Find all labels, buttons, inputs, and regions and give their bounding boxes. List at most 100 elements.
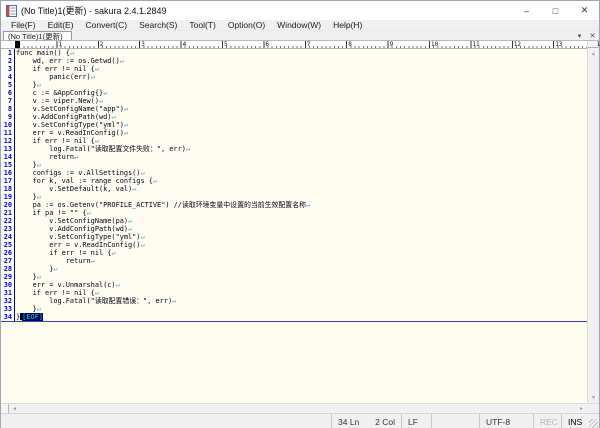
line-number[interactable]: 23	[1, 225, 15, 233]
scroll-left-icon[interactable]: ◄	[9, 404, 20, 413]
code-line[interactable]: 13 log.Fatal("读取配置文件失败：", err)↵	[1, 145, 587, 153]
line-number[interactable]: 30	[1, 281, 15, 289]
code-line[interactable]: 27 return↵	[1, 257, 587, 265]
code-line[interactable]: 29 }↵	[1, 273, 587, 281]
line-number[interactable]: 26	[1, 249, 15, 257]
line-number[interactable]: 5	[1, 81, 15, 89]
code-line[interactable]: 2 wd, err := os.Getwd()↵	[1, 57, 587, 65]
line-number[interactable]: 28	[1, 265, 15, 273]
code-line[interactable]: 19 }↵	[1, 193, 587, 201]
code-line[interactable]: 14 return↵	[1, 153, 587, 161]
tab-list-dropdown-icon[interactable]: ▾	[573, 31, 586, 40]
horizontal-scrollbar[interactable]: ◄ ►	[1, 403, 599, 413]
code-line[interactable]: 6 c := &AppConfig{}↵	[1, 89, 587, 97]
document-tab[interactable]: (No Title)1(更新)	[3, 31, 72, 40]
split-handle-horizontal[interactable]	[1, 404, 9, 413]
code-line[interactable]: 8 v.SetConfigName("app")↵	[1, 105, 587, 113]
scroll-up-icon[interactable]: ▲	[588, 48, 599, 59]
code-line[interactable]: 24 v.SetConfigType("yml")↵	[1, 233, 587, 241]
scroll-down-icon[interactable]: ▼	[588, 392, 599, 403]
vertical-scrollbar[interactable]: ▲ ▼	[587, 41, 599, 403]
line-number[interactable]: 4	[1, 73, 15, 81]
code-line[interactable]: 17 for k, val := range configs {↵	[1, 177, 587, 185]
code-line[interactable]: 21 if pa != "" {↵	[1, 209, 587, 217]
code-line[interactable]: 22 v.SetConfigName(pa)↵	[1, 217, 587, 225]
line-number[interactable]: 33	[1, 305, 15, 313]
line-number[interactable]: 20	[1, 201, 15, 209]
ruler-number: 6	[265, 41, 269, 48]
code-line[interactable]: 25 err = v.ReadInConfig()↵	[1, 241, 587, 249]
code-line[interactable]: 18 v.SetDefault(k, val)↵	[1, 185, 587, 193]
newline-mark: ↵	[103, 89, 107, 97]
line-number[interactable]: 17	[1, 177, 15, 185]
code-line[interactable]: 12 if err != nil {↵	[1, 137, 587, 145]
code-line[interactable]: 11 err = v.ReadInConfig()↵	[1, 129, 587, 137]
newline-mark: ↵	[37, 161, 41, 169]
tab-close-icon[interactable]: ✕	[586, 31, 599, 40]
code-line[interactable]: 10 v.SetConfigType("yml")↵	[1, 121, 587, 129]
code-line[interactable]: 30 err = v.Unmarshal(c)↵	[1, 281, 587, 289]
menu-item-option[interactable]: Option(O)	[222, 20, 271, 30]
code-line[interactable]: 23 v.AddConfigPath(wd)↵	[1, 225, 587, 233]
resize-grip[interactable]	[587, 414, 599, 428]
menu-item-tool[interactable]: Tool(T)	[183, 20, 221, 30]
code-line[interactable]: 31 if err != nil {↵	[1, 289, 587, 297]
line-number[interactable]: 9	[1, 113, 15, 121]
code-line[interactable]: 33 }↵	[1, 305, 587, 313]
code-line[interactable]: 7 v := viper.New()↵	[1, 97, 587, 105]
text-editor-area[interactable]: 1func main() {↵2 wd, err := os.Getwd()↵3…	[1, 49, 587, 403]
line-number[interactable]: 29	[1, 273, 15, 281]
code-line[interactable]: 34}[EOF]	[1, 313, 587, 321]
code-line[interactable]: 32 log.Fatal("读取配置错误：", err)↵	[1, 297, 587, 305]
horizontal-scroll-track[interactable]	[20, 404, 576, 413]
insert-mode-indicator[interactable]: INS	[561, 414, 587, 428]
line-number[interactable]: 27	[1, 257, 15, 265]
line-number[interactable]: 18	[1, 185, 15, 193]
code-line[interactable]: 5 }↵	[1, 81, 587, 89]
vertical-scroll-track[interactable]	[588, 59, 599, 392]
menu-item-search[interactable]: Search(S)	[133, 20, 183, 30]
line-number[interactable]: 21	[1, 209, 15, 217]
scroll-right-icon[interactable]: ►	[576, 404, 587, 413]
line-number[interactable]: 22	[1, 217, 15, 225]
line-number[interactable]: 6	[1, 89, 15, 97]
code-line[interactable]: 15 }↵	[1, 161, 587, 169]
maximize-button[interactable]: □	[541, 1, 570, 20]
line-number[interactable]: 15	[1, 161, 15, 169]
line-number[interactable]: 8	[1, 105, 15, 113]
line-number[interactable]: 25	[1, 241, 15, 249]
code-line[interactable]: 20 pa := os.Getenv("PROFILE_ACTIVE") //读…	[1, 201, 587, 209]
minimize-button[interactable]: –	[512, 1, 541, 20]
line-number[interactable]: 19	[1, 193, 15, 201]
line-number[interactable]: 31	[1, 289, 15, 297]
code-line[interactable]: 28 }↵	[1, 265, 587, 273]
line-number[interactable]: 14	[1, 153, 15, 161]
code-text: return↵	[15, 257, 95, 265]
line-number[interactable]: 24	[1, 233, 15, 241]
menu-item-convert[interactable]: Convert(C)	[80, 20, 134, 30]
line-number[interactable]: 2	[1, 57, 15, 65]
line-number[interactable]: 11	[1, 129, 15, 137]
code-text: v.AddConfigPath(wd)↵	[15, 225, 132, 233]
line-number[interactable]: 12	[1, 137, 15, 145]
menu-item-window[interactable]: Window(W)	[271, 20, 327, 30]
close-button[interactable]: ✕	[570, 1, 599, 20]
line-number[interactable]: 13	[1, 145, 15, 153]
line-number[interactable]: 16	[1, 169, 15, 177]
line-number[interactable]: 7	[1, 97, 15, 105]
line-number[interactable]: 34	[1, 313, 15, 321]
menu-item-file[interactable]: File(F)	[5, 20, 42, 30]
line-number[interactable]: 32	[1, 297, 15, 305]
menu-item-help[interactable]: Help(H)	[327, 20, 368, 30]
code-line[interactable]: 9 v.AddConfigPath(wd)↵	[1, 113, 587, 121]
menu-item-edit[interactable]: Edit(E)	[42, 20, 80, 30]
code-line[interactable]: 16 configs := v.AllSettings()↵	[1, 169, 587, 177]
line-number[interactable]: 10	[1, 121, 15, 129]
code-line[interactable]: 4 panic(err)↵	[1, 73, 587, 81]
line-number[interactable]: 3	[1, 65, 15, 73]
code-line[interactable]: 1func main() {↵	[1, 49, 587, 57]
code-line[interactable]: 3 if err != nil {↵	[1, 65, 587, 73]
code-line[interactable]: 26 if err != nil {↵	[1, 249, 587, 257]
line-number[interactable]: 1	[1, 49, 15, 57]
ruler-number: 13	[555, 41, 562, 48]
